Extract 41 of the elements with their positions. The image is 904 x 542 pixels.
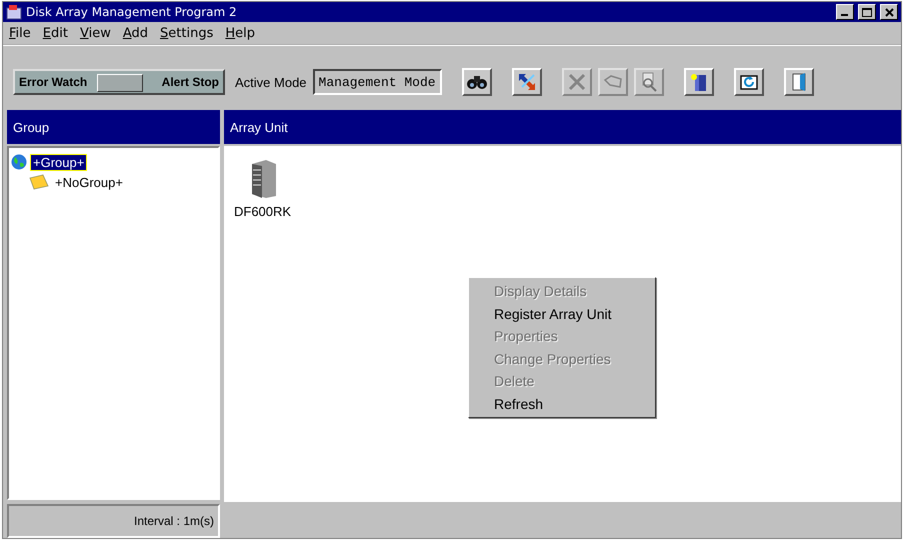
menu-item[interactable]: Settings: [160, 26, 214, 40]
tree-item[interactable]: +Group+: [31, 154, 86, 170]
context-menu-item[interactable]: Refresh: [469, 392, 655, 415]
app-icon: [6, 4, 22, 20]
minimize-button[interactable]: [836, 4, 854, 20]
binoculars-icon: [466, 74, 487, 90]
panel-header: Group: [7, 110, 220, 144]
folder-refresh-icon: [738, 73, 759, 91]
toolbar-button[interactable]: [734, 68, 764, 96]
panel-header: Array Unit: [224, 110, 901, 144]
mode-label: Active Mode: [235, 74, 307, 90]
switch-knob[interactable]: [97, 74, 143, 92]
menu-item[interactable]: File: [9, 26, 31, 40]
toolbar-button[interactable]: [462, 68, 492, 96]
close-icon: [568, 73, 586, 91]
context-menu-item[interactable]: Register Array Unit: [469, 302, 655, 325]
toolbar-button[interactable]: [512, 68, 542, 96]
menu-item[interactable]: Edit: [42, 26, 68, 40]
maximize-button[interactable]: [858, 4, 876, 20]
window-title: Disk Array Management Program 2: [26, 5, 238, 19]
tag-icon: [602, 74, 623, 90]
unit-label: DF600RK: [234, 204, 292, 219]
close-icon: [884, 8, 894, 16]
switch-label: Alert Stop: [162, 75, 219, 89]
mode-field: Management Mode: [312, 69, 442, 95]
menu-item[interactable]: Add: [122, 26, 148, 40]
search-icon: [640, 72, 658, 92]
status-field: Interval : 1m(s): [7, 504, 220, 538]
close-button[interactable]: [880, 4, 898, 20]
tree-item[interactable]: +NoGroup+: [53, 174, 125, 190]
arrows-icon: [516, 72, 537, 92]
menu-item[interactable]: View: [80, 26, 111, 40]
switch-label: Error Watch: [19, 75, 88, 89]
door-icon: [790, 72, 808, 92]
menu-item[interactable]: Help: [225, 26, 256, 40]
maximize-icon: [862, 8, 872, 16]
toolbar-button[interactable]: [684, 68, 714, 96]
toolbar-button[interactable]: [784, 68, 814, 96]
server-icon: [690, 72, 708, 92]
watch-toggle-switch[interactable]: Error Watch Alert Stop: [13, 69, 225, 95]
globe-icon: [11, 154, 27, 170]
